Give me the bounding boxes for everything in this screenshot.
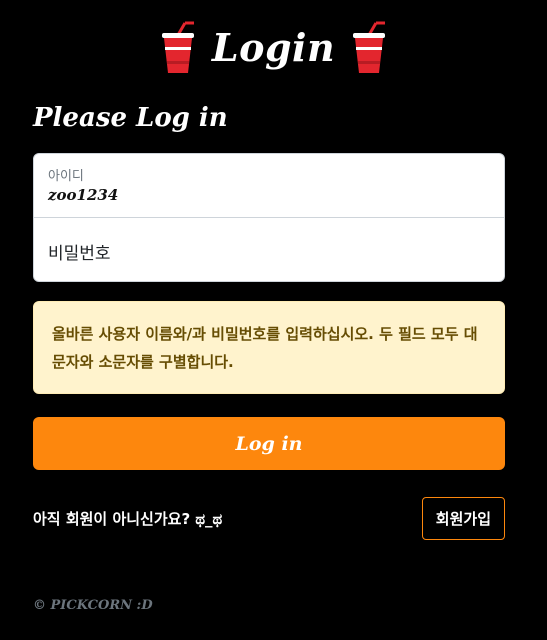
form-heading: Please Log in	[33, 103, 228, 133]
login-form: 아이디 zoo1234 비밀번호	[33, 153, 505, 282]
page-title: Login	[211, 25, 336, 70]
username-field[interactable]: 아이디 zoo1234	[33, 153, 505, 218]
error-alert: 올바른 사용자 이름와/과 비밀번호를 입력하십시오. 두 필드 모두 대문자와…	[33, 301, 505, 394]
soda-cup-icon	[161, 21, 194, 73]
page-header: Login	[0, 18, 547, 78]
username-label: 아이디	[48, 169, 84, 184]
password-field[interactable]: 비밀번호	[33, 217, 505, 282]
alert-message: 올바른 사용자 이름와/과 비밀번호를 입력하십시오. 두 필드 모두 대문자와…	[52, 325, 478, 371]
password-placeholder: 비밀번호	[48, 244, 111, 264]
footer-copyright: © PICKCORN :D	[33, 598, 153, 613]
soda-cup-icon	[353, 21, 386, 73]
login-button[interactable]: Log in	[33, 417, 505, 470]
signup-button[interactable]: 회원가입	[421, 497, 505, 540]
signup-prompt: 아직 회원이 아니신가요? ಥ_ಥ	[33, 510, 223, 528]
username-value[interactable]: zoo1234	[48, 186, 118, 204]
signup-row: 아직 회원이 아니신가요? ಥ_ಥ 회원가입	[33, 497, 505, 540]
